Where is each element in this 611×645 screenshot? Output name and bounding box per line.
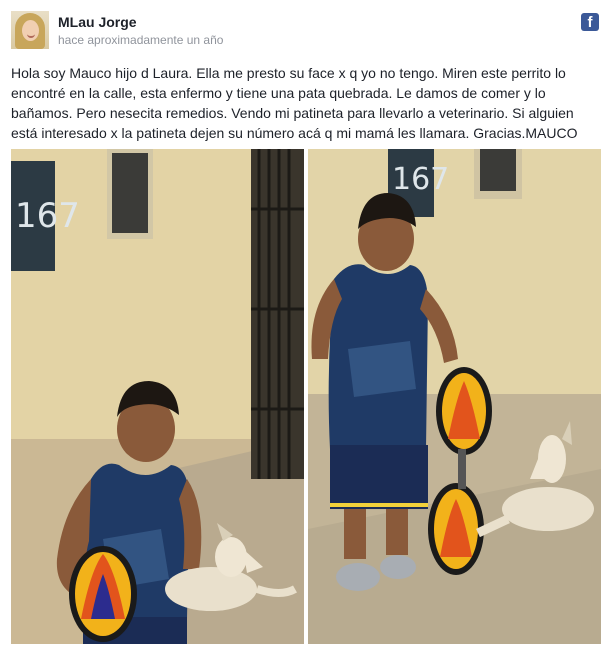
post-timestamp[interactable]: hace aproximadamente un año — [58, 33, 223, 47]
house-number-right: 167 — [392, 162, 449, 197]
photo-left-illustration: 167 — [11, 149, 304, 644]
post-photo-right[interactable]: 167 — [308, 149, 601, 644]
facebook-icon[interactable]: f — [581, 13, 599, 31]
house-number-left: 167 — [15, 196, 80, 236]
author-name[interactable]: MLau Jorge — [58, 14, 137, 30]
photo-right-illustration: 167 — [308, 149, 601, 644]
author-avatar[interactable] — [11, 11, 49, 49]
facebook-post-card: MLau Jorge hace aproximadamente un año f… — [0, 0, 611, 645]
post-photo-left[interactable]: 167 — [11, 149, 304, 644]
post-text: Hola soy Mauco hijo d Laura. Ella me pre… — [11, 65, 578, 141]
